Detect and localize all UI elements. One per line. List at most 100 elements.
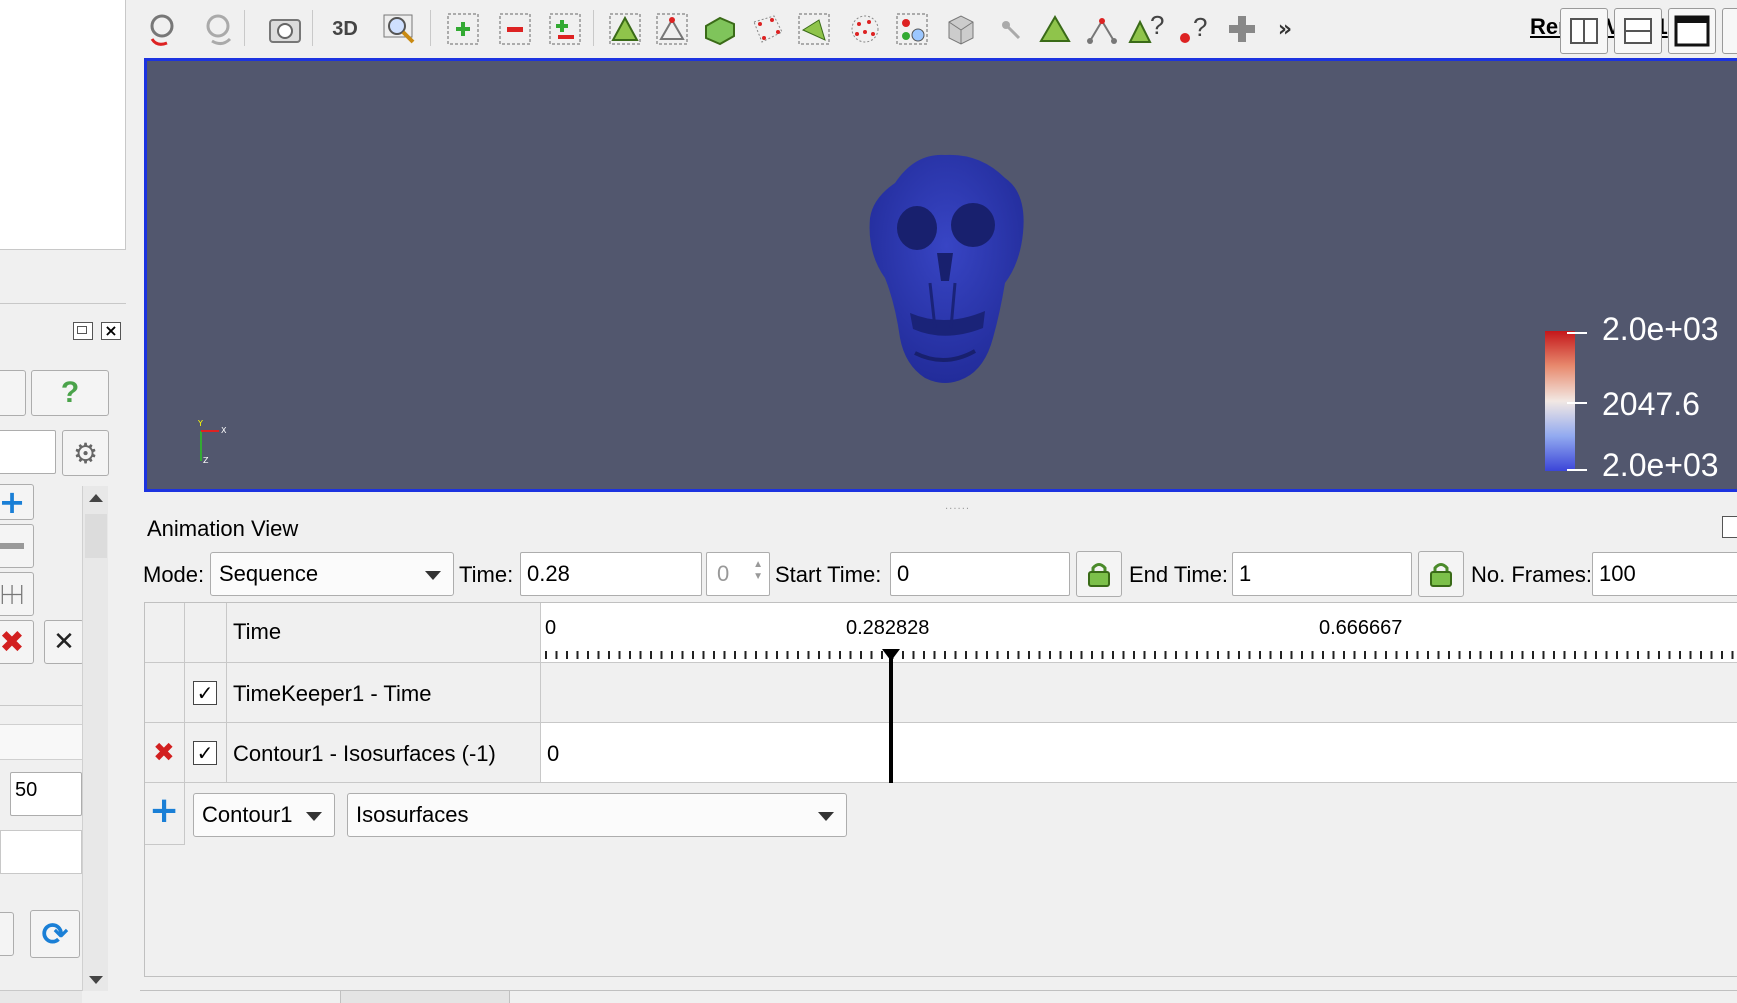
- partial-button[interactable]: [0, 912, 14, 956]
- time-label: Time:: [459, 562, 514, 587]
- frames-value: 100: [1599, 561, 1636, 586]
- chevron-down-icon: [818, 812, 834, 821]
- value-input[interactable]: 50: [10, 772, 82, 816]
- maximize-icon: [1674, 15, 1710, 47]
- time-ruler[interactable]: 0 0.282828 0.666667: [541, 603, 1737, 663]
- property-value: Isosurfaces: [356, 802, 469, 827]
- start-time-input[interactable]: 0: [890, 552, 1070, 596]
- legend-tick: [1567, 332, 1587, 334]
- pipeline-browser-area[interactable]: [0, 0, 126, 250]
- minus-icon: [0, 543, 24, 549]
- tick-label: 0.666667: [1319, 617, 1403, 639]
- orientation-axes: Y X Z: [197, 419, 227, 465]
- end-time-label: End Time:: [1129, 562, 1229, 587]
- query-cells-icon[interactable]: ?: [1128, 10, 1168, 48]
- section-header: [0, 724, 82, 760]
- time-index-spinbox[interactable]: 0 ▲ ▼: [706, 552, 770, 596]
- mode-value: Sequence: [219, 561, 319, 586]
- legend-tick: [1567, 469, 1587, 471]
- track-timeline[interactable]: 0: [541, 723, 1737, 783]
- start-time-label: Start Time:: [775, 562, 882, 587]
- end-time-input[interactable]: 1: [1232, 552, 1412, 596]
- interactive-select-icon[interactable]: [893, 10, 933, 48]
- lock-icon: [1088, 563, 1110, 587]
- select-surface-points-icon[interactable]: [652, 10, 692, 48]
- reset-camera-undo-icon[interactable]: [145, 10, 185, 48]
- select-frustum-cells-icon[interactable]: [700, 10, 740, 48]
- float-panel-icon[interactable]: [73, 322, 93, 340]
- select-frustum-points-icon[interactable]: [748, 10, 788, 48]
- add-cross-icon[interactable]: [1222, 10, 1262, 48]
- bottom-tab[interactable]: [340, 990, 510, 1003]
- apply-button-partial[interactable]: [0, 370, 26, 416]
- scroll-thumb[interactable]: [85, 514, 107, 558]
- float-panel-icon[interactable]: [1722, 516, 1737, 538]
- query-points-icon[interactable]: ?: [1175, 10, 1215, 48]
- delete-track-icon[interactable]: ✖: [153, 738, 175, 768]
- current-time-marker[interactable]: [889, 651, 893, 783]
- mode-select[interactable]: Sequence: [210, 552, 454, 596]
- time-input[interactable]: 0.28: [520, 552, 702, 596]
- view-splitter[interactable]: ......: [140, 494, 1737, 512]
- track-timeline[interactable]: [541, 663, 1737, 723]
- select-cells-minus-icon[interactable]: [495, 10, 535, 48]
- frames-input[interactable]: 100: [1592, 552, 1737, 596]
- row-check-cell: ✓: [185, 723, 227, 783]
- select-surface-cells-icon[interactable]: [605, 10, 645, 48]
- maximize-button[interactable]: [1668, 8, 1716, 54]
- delete-all-button[interactable]: ✖: [0, 620, 34, 664]
- split-horizontal-icon: [1570, 18, 1598, 44]
- refresh-button[interactable]: ⟳: [30, 910, 80, 958]
- property-select[interactable]: Isosurfaces: [347, 793, 847, 837]
- help-button[interactable]: ?: [31, 370, 109, 416]
- split-horizontal-button[interactable]: [1560, 8, 1608, 54]
- hover-points-icon[interactable]: [990, 10, 1030, 48]
- grow-selection-icon[interactable]: [1035, 10, 1075, 48]
- zoom-to-box-icon[interactable]: [380, 10, 420, 48]
- add-value-button[interactable]: +: [0, 484, 34, 520]
- lock-end-time-button[interactable]: [1418, 551, 1464, 597]
- frames-label: No. Frames:: [1471, 562, 1593, 587]
- skull-isosurface: [869, 154, 1024, 383]
- svg-text:?: ?: [1193, 12, 1207, 42]
- add-track-icon[interactable]: +: [149, 793, 179, 829]
- close-panel-icon[interactable]: ×: [101, 322, 121, 340]
- properties-panel: × ? ⚙ + ├┼┤ ✖ ✕ 50 ⟳: [0, 0, 127, 1003]
- add-range-button[interactable]: ├┼┤: [0, 572, 34, 616]
- select-toggle-icon[interactable]: [545, 10, 585, 48]
- toolbar-overflow-button[interactable]: »: [1265, 10, 1305, 48]
- horizontal-scrollbar[interactable]: [0, 990, 82, 1003]
- remove-value-button[interactable]: [0, 524, 34, 568]
- split-vertical-button[interactable]: [1614, 8, 1662, 54]
- render-view[interactable]: Y X Z 2.0e+03 2047.6 2.0e+03: [144, 58, 1737, 492]
- select-polygon-points-icon[interactable]: [845, 10, 885, 48]
- chevron-down-icon: [306, 812, 322, 821]
- shrink-selection-icon[interactable]: [1082, 10, 1122, 48]
- lock-icon: [1430, 563, 1452, 587]
- close-view-button-partial[interactable]: [1722, 8, 1737, 54]
- legend-min-label: 2.0e+03: [1602, 447, 1719, 483]
- scroll-up-icon[interactable]: [89, 494, 103, 502]
- source-select[interactable]: Contour1: [193, 793, 335, 837]
- select-polygon-cells-icon[interactable]: [795, 10, 835, 48]
- blank-field[interactable]: [0, 830, 82, 874]
- settings-button[interactable]: ⚙: [62, 430, 109, 476]
- search-input[interactable]: [0, 430, 56, 474]
- track-name: TimeKeeper1 - Time: [233, 681, 432, 706]
- track-enable-checkbox[interactable]: ✓: [193, 741, 217, 765]
- select-cells-plus-icon[interactable]: [443, 10, 483, 48]
- scroll-down-icon[interactable]: [89, 976, 103, 984]
- spin-arrows-icon[interactable]: ▲ ▼: [753, 559, 763, 583]
- camera-capture-icon[interactable]: [265, 10, 305, 48]
- vertical-scrollbar[interactable]: [82, 486, 108, 991]
- lock-start-time-button[interactable]: [1076, 551, 1122, 597]
- toggle-3d-button[interactable]: 3D: [325, 10, 365, 48]
- range-icon: ├┼┤: [0, 584, 27, 604]
- tick-label: 0: [545, 617, 557, 639]
- track-enable-checkbox[interactable]: ✓: [193, 681, 217, 705]
- reset-button[interactable]: ✕: [44, 620, 84, 664]
- reset-camera-redo-icon[interactable]: [198, 10, 238, 48]
- hover-cells-icon[interactable]: [941, 10, 981, 48]
- time-marker-handle[interactable]: [882, 649, 900, 661]
- close-icon: ✕: [53, 627, 75, 657]
